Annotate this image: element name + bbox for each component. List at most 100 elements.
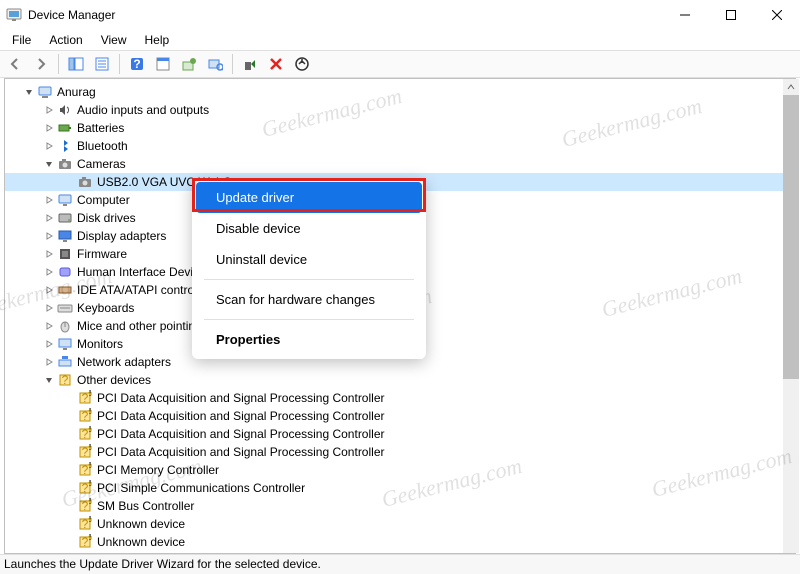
other-icon: ? — [57, 372, 73, 388]
caret-icon[interactable] — [43, 302, 55, 314]
title-bar: Device Manager — [0, 0, 800, 30]
svg-text:?: ? — [82, 481, 89, 495]
show-hide-tree-button[interactable] — [65, 53, 87, 75]
caret-icon[interactable] — [43, 230, 55, 242]
hid-icon — [57, 264, 73, 280]
caret-icon[interactable] — [43, 320, 55, 332]
minimize-button[interactable] — [662, 0, 708, 30]
battery-icon — [57, 120, 73, 136]
caret-icon[interactable] — [43, 284, 55, 296]
back-button[interactable] — [4, 53, 26, 75]
caret-icon[interactable] — [43, 338, 55, 350]
tree-category-label: Bluetooth — [77, 139, 128, 153]
warning-icon: !? — [77, 444, 93, 460]
tree-category[interactable]: Bluetooth — [5, 137, 795, 155]
tree-category[interactable]: Batteries — [5, 119, 795, 137]
caret-icon[interactable] — [43, 158, 55, 170]
context-menu-item[interactable]: Update driver — [196, 182, 422, 213]
camera-icon — [77, 174, 93, 190]
svg-text:?: ? — [133, 57, 140, 71]
tree-category[interactable]: ? Other devices — [5, 371, 795, 389]
caret-spacer — [63, 536, 75, 548]
context-menu-item[interactable]: Properties — [196, 324, 422, 355]
caret-icon[interactable] — [23, 86, 35, 98]
properties-button[interactable] — [152, 53, 174, 75]
context-menu-separator — [204, 279, 414, 280]
tree-device[interactable]: !? PCI Data Acquisition and Signal Proce… — [5, 443, 795, 461]
tree-device[interactable]: !? PCI Simple Communications Controller — [5, 479, 795, 497]
svg-text:!: ! — [88, 462, 91, 471]
details-button[interactable] — [91, 53, 113, 75]
update-driver-button[interactable] — [178, 53, 200, 75]
tree-category[interactable]: Audio inputs and outputs — [5, 101, 795, 119]
scan-hardware-button[interactable] — [204, 53, 226, 75]
tree-device[interactable]: !? PCI Data Acquisition and Signal Proce… — [5, 425, 795, 443]
uninstall-button[interactable] — [239, 53, 261, 75]
caret-icon[interactable] — [43, 248, 55, 260]
svg-text:!: ! — [88, 426, 91, 435]
mouse-icon — [57, 318, 73, 334]
close-button[interactable] — [754, 0, 800, 30]
forward-button[interactable] — [30, 53, 52, 75]
caret-icon[interactable] — [43, 266, 55, 278]
caret-spacer — [63, 410, 75, 422]
svg-text:?: ? — [82, 391, 89, 405]
menu-file[interactable]: File — [4, 31, 39, 49]
scroll-up-arrow[interactable] — [783, 79, 799, 95]
caret-icon[interactable] — [43, 104, 55, 116]
tree-category-label: Batteries — [77, 121, 124, 135]
tree-device[interactable]: !? PCI Data Acquisition and Signal Proce… — [5, 389, 795, 407]
tree-device[interactable]: !? Unknown device — [5, 533, 795, 551]
tree-category-label: Other devices — [77, 373, 151, 387]
app-icon — [6, 7, 22, 23]
tree-root[interactable]: Anurag — [5, 83, 795, 101]
svg-text:!: ! — [88, 516, 91, 525]
caret-spacer — [63, 446, 75, 458]
warning-icon: !? — [77, 480, 93, 496]
svg-text:?: ? — [82, 517, 89, 531]
scrollbar-thumb[interactable] — [783, 95, 799, 379]
tree-device[interactable]: !? SM Bus Controller — [5, 497, 795, 515]
caret-icon[interactable] — [43, 374, 55, 386]
caret-spacer — [63, 482, 75, 494]
tree-root-label: Anurag — [57, 85, 96, 99]
context-menu-item[interactable]: Scan for hardware changes — [196, 284, 422, 315]
keyboard-icon — [57, 300, 73, 316]
tree-device[interactable]: !? Unknown device — [5, 515, 795, 533]
caret-icon[interactable] — [43, 140, 55, 152]
toolbar-separator — [119, 54, 120, 74]
add-hardware-button[interactable] — [291, 53, 313, 75]
menu-help[interactable]: Help — [137, 31, 178, 49]
disable-button[interactable] — [265, 53, 287, 75]
tree-category-label: Keyboards — [77, 301, 134, 315]
tree-device-label: PCI Memory Controller — [97, 463, 219, 477]
tree-device[interactable]: !? PCI Data Acquisition and Signal Proce… — [5, 407, 795, 425]
status-text: Launches the Update Driver Wizard for th… — [4, 557, 321, 571]
caret-spacer — [63, 392, 75, 404]
context-menu-item[interactable]: Uninstall device — [196, 244, 422, 275]
camera-icon — [57, 156, 73, 172]
help-button[interactable]: ? — [126, 53, 148, 75]
tree-category-label: Monitors — [77, 337, 123, 351]
maximize-button[interactable] — [708, 0, 754, 30]
tree-category[interactable]: Cameras — [5, 155, 795, 173]
svg-text:?: ? — [62, 373, 69, 387]
caret-spacer — [63, 428, 75, 440]
svg-text:!: ! — [88, 480, 91, 489]
computer-icon — [37, 84, 53, 100]
tree-device[interactable]: !? PCI Memory Controller — [5, 461, 795, 479]
tree-category-label: Computer — [77, 193, 130, 207]
menu-view[interactable]: View — [93, 31, 135, 49]
caret-icon[interactable] — [43, 356, 55, 368]
caret-icon[interactable] — [43, 212, 55, 224]
toolbar: ? — [0, 50, 800, 78]
speaker-icon — [57, 102, 73, 118]
warning-icon: !? — [77, 462, 93, 478]
tree-category-label: Audio inputs and outputs — [77, 103, 209, 117]
vertical-scrollbar[interactable] — [783, 79, 799, 553]
menu-action[interactable]: Action — [41, 31, 90, 49]
context-menu-item[interactable]: Disable device — [196, 213, 422, 244]
caret-spacer — [63, 464, 75, 476]
caret-icon[interactable] — [43, 122, 55, 134]
caret-icon[interactable] — [43, 194, 55, 206]
